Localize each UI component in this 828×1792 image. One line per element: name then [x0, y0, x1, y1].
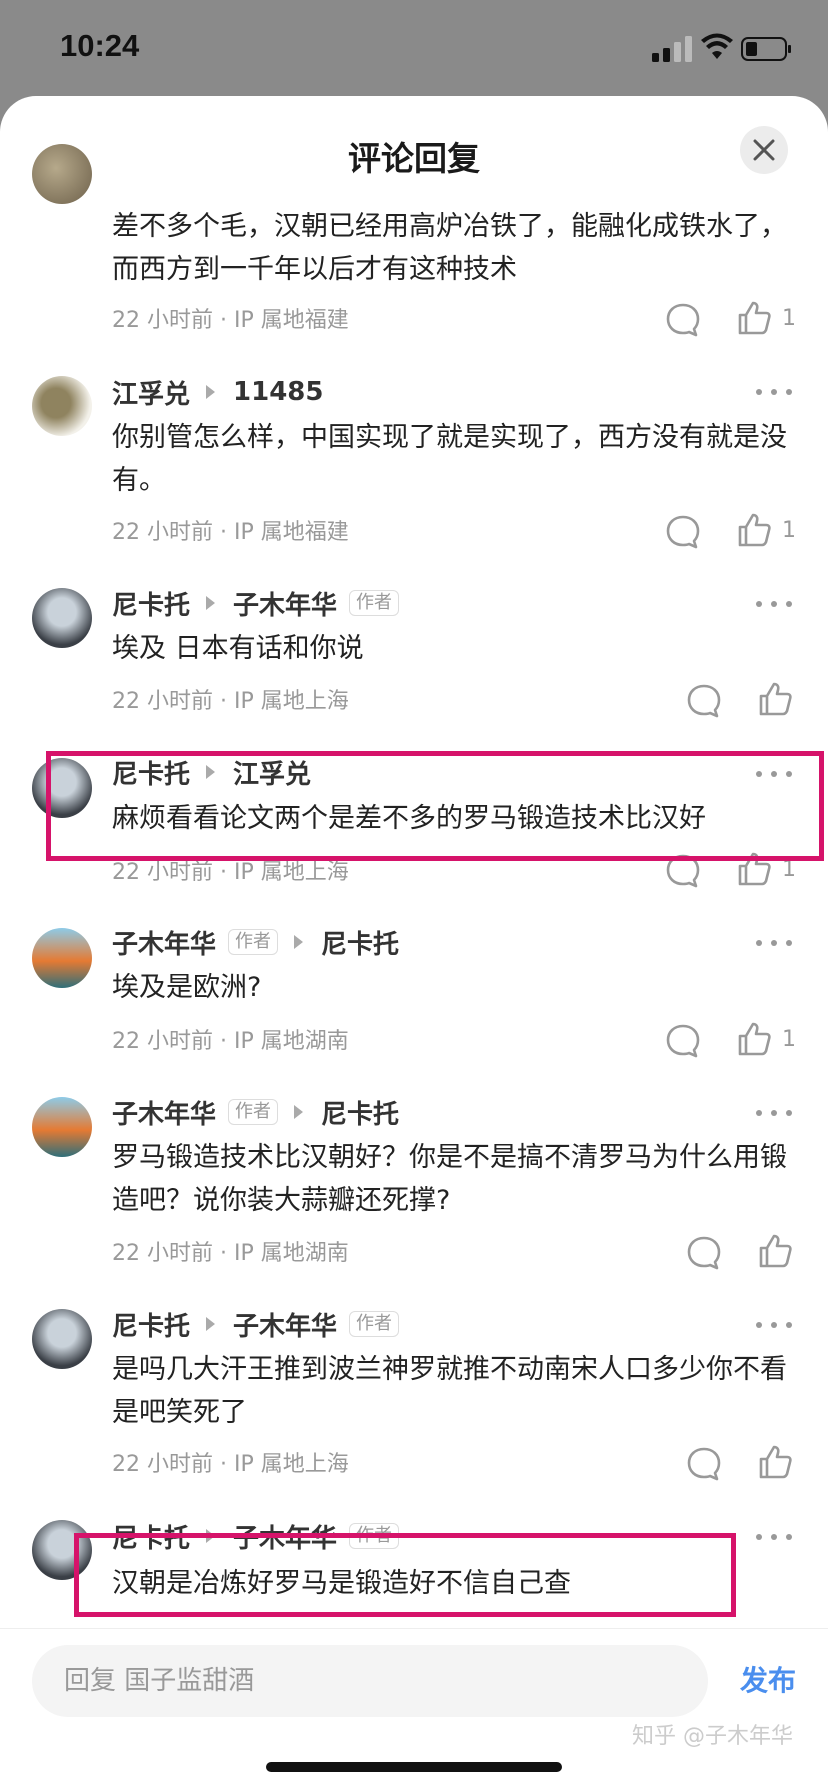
reply-arrow-icon: [206, 385, 216, 399]
comment-meta: 22 小时前 · IP 属地湖南: [112, 1023, 349, 1055]
comment-header: 子木年华 作者 尼卡托: [112, 922, 399, 962]
battery-icon: [741, 37, 791, 61]
home-indicator: [266, 1762, 562, 1772]
author-name[interactable]: 尼卡托: [112, 585, 190, 622]
reply-to-name[interactable]: 尼卡托: [321, 924, 399, 961]
more-icon[interactable]: [756, 386, 796, 398]
reply-icon[interactable]: [665, 514, 701, 550]
avatar[interactable]: [32, 1097, 92, 1157]
reply-arrow-icon: [294, 935, 304, 949]
wifi-icon: [701, 33, 733, 59]
reply-icon[interactable]: [686, 1446, 722, 1482]
like-icon[interactable]: [757, 1233, 793, 1269]
comment-ip: · IP 属地福建: [220, 520, 349, 545]
comment-meta: 22 小时前 · IP 属地上海: [112, 683, 349, 715]
comment-time: 22 小时前: [112, 1029, 213, 1054]
avatar[interactable]: [32, 588, 92, 648]
comment-ip: · IP 属地上海: [220, 860, 349, 885]
comment-time: 22 小时前: [112, 308, 213, 333]
comment-header: 江孚兑 11485: [112, 372, 323, 412]
comment-time: 22 小时前: [112, 1241, 213, 1266]
comment-text: 埃及 日本有话和你说: [112, 633, 364, 664]
highlight-box: [74, 1533, 736, 1617]
comment-text: 埃及是欧洲?: [112, 972, 262, 1003]
reply-to-name[interactable]: 尼卡托: [321, 1094, 399, 1131]
like-icon[interactable]: [736, 512, 772, 548]
status-bar: 10:24: [0, 0, 828, 100]
author-tag: 作者: [228, 929, 279, 955]
comment-time: 22 小时前: [112, 860, 213, 885]
reply-to-name[interactable]: 子木年华: [233, 1306, 337, 1343]
more-icon[interactable]: [756, 598, 796, 610]
reply-arrow-icon: [206, 1317, 216, 1331]
reply-input[interactable]: 回复 国子监甜酒: [32, 1645, 708, 1717]
like-count: 1: [782, 306, 796, 331]
comment-meta: 22 小时前 · IP 属地福建: [112, 514, 349, 546]
like-icon[interactable]: [757, 1444, 793, 1480]
comment-header: 尼卡托 子木年华 作者: [112, 1304, 400, 1344]
reply-icon[interactable]: [665, 1023, 701, 1059]
like-icon[interactable]: [757, 681, 793, 717]
comment-ip: · IP 属地湖南: [220, 1029, 349, 1054]
avatar[interactable]: [32, 376, 92, 436]
comment-text: 是吗几大汗王推到波兰神罗就推不动南宋人口多少你不看是吧笑死了: [112, 1354, 787, 1428]
comment-time: 22 小时前: [112, 1452, 213, 1477]
more-icon[interactable]: [756, 1319, 796, 1331]
author-tag: 作者: [349, 1311, 400, 1337]
close-button[interactable]: [740, 126, 788, 174]
comment-header: 尼卡托 子木年华 作者: [112, 583, 400, 623]
reply-to-name[interactable]: 子木年华: [233, 585, 337, 622]
reply-to-name[interactable]: 11485: [233, 377, 323, 407]
like-icon[interactable]: [736, 1021, 772, 1057]
like-count: 1: [782, 518, 796, 543]
author-tag: 作者: [228, 1099, 279, 1125]
comment-meta: 22 小时前 · IP 属地上海: [112, 1446, 349, 1478]
close-icon: [753, 139, 775, 161]
more-icon[interactable]: [756, 1531, 796, 1543]
avatar[interactable]: [32, 928, 92, 988]
comment-header: 子木年华 作者 尼卡托: [112, 1092, 399, 1132]
author-name[interactable]: 尼卡托: [112, 1306, 190, 1343]
author-name[interactable]: 江孚兑: [112, 374, 190, 411]
author-name[interactable]: 子木年华: [112, 1094, 216, 1131]
publish-button[interactable]: 发布: [740, 1659, 796, 1699]
more-icon[interactable]: [756, 937, 796, 949]
comment-ip: · IP 属地湖南: [220, 1241, 349, 1266]
avatar[interactable]: [32, 144, 92, 204]
comment-meta: 22 小时前 · IP 属地湖南: [112, 1235, 349, 1267]
status-time: 10:24: [60, 28, 140, 63]
comment-time: 22 小时前: [112, 689, 213, 714]
comment-text: 差不多个毛，汉朝已经用高炉冶铁了，能融化成铁水了，而西方到一千年以后才有这种技术: [112, 211, 787, 285]
more-icon[interactable]: [756, 1107, 796, 1119]
avatar[interactable]: [32, 1309, 92, 1369]
signal-icon: [652, 36, 692, 62]
comment-ip: · IP 属地上海: [220, 1452, 349, 1477]
like-icon[interactable]: [736, 300, 772, 336]
author-tag: 作者: [349, 590, 400, 616]
reply-icon[interactable]: [665, 302, 701, 338]
comment-ip: · IP 属地福建: [220, 308, 349, 333]
sheet-title: 评论回复: [348, 139, 480, 178]
comment-ip: · IP 属地上海: [220, 689, 349, 714]
reply-arrow-icon: [206, 596, 216, 610]
highlight-box: [46, 751, 824, 861]
comment-time: 22 小时前: [112, 520, 213, 545]
comment-text: 你别管怎么样，中国实现了就是实现了，西方没有就是没有。: [112, 422, 787, 496]
reply-icon[interactable]: [686, 683, 722, 719]
reply-icon[interactable]: [686, 1235, 722, 1271]
author-name[interactable]: 子木年华: [112, 924, 216, 961]
watermark: 知乎 @子木年华: [632, 1724, 793, 1749]
comment-meta: 22 小时前 · IP 属地福建: [112, 302, 349, 334]
reply-arrow-icon: [294, 1105, 304, 1119]
like-count: 1: [782, 1027, 796, 1052]
comment-text: 罗马锻造技术比汉朝好？你是不是搞不清罗马为什么用锻造吧？说你装大蒜瓣还死撑?: [112, 1142, 787, 1216]
